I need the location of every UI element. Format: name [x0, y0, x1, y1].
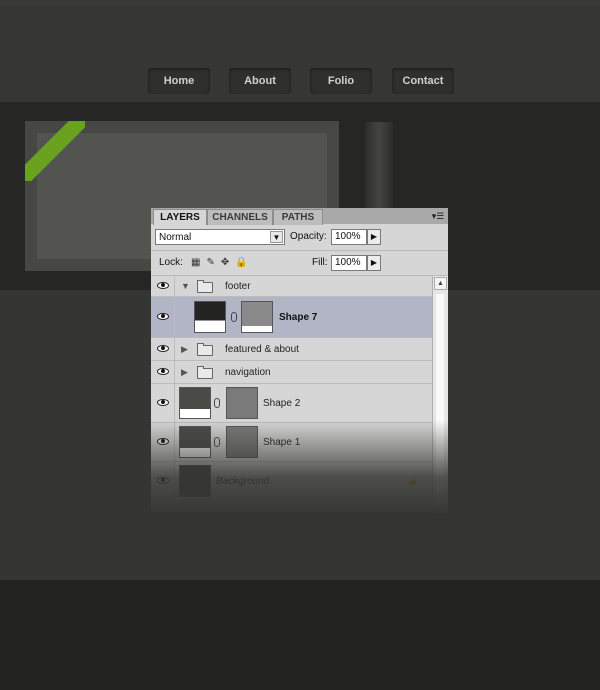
nav-folio-button[interactable]: Folio — [310, 68, 372, 94]
layer-thumbnail — [194, 301, 226, 333]
vector-mask-thumbnail — [226, 387, 258, 419]
eye-icon — [157, 282, 169, 289]
layers-panel: LAYERS CHANNELS PATHS ▾☰ Normal ▼ Opacit… — [151, 208, 448, 513]
eye-icon — [157, 477, 169, 484]
tab-paths[interactable]: PATHS — [273, 209, 323, 225]
layer-row-background[interactable]: Background 🔒 — [151, 462, 432, 501]
lock-icons: ▦✎✥🔒 — [191, 256, 254, 270]
layer-row-shape-2[interactable]: Shape 2 — [151, 384, 432, 423]
opacity-slider-button[interactable]: ▶ — [367, 229, 381, 245]
opacity-label: Opacity: — [290, 231, 327, 242]
lock-position-icon[interactable]: ✥ — [221, 257, 235, 268]
scroll-track[interactable] — [436, 294, 444, 494]
visibility-toggle[interactable] — [151, 297, 175, 337]
layer-row-featured-about[interactable]: ▶ featured & about — [151, 338, 432, 361]
opacity-input[interactable]: 100% — [331, 229, 367, 245]
nav-home-button[interactable]: Home — [148, 68, 210, 94]
layer-row-shape-1[interactable]: Shape 1 — [151, 423, 432, 462]
layers-list: ▼ footer Shape 7 ▶ featured & about ▶ na… — [151, 276, 432, 513]
eye-icon — [157, 368, 169, 375]
vector-mask-thumbnail — [241, 301, 273, 333]
fill-label: Fill: — [312, 257, 328, 268]
layer-name: footer — [225, 281, 251, 292]
layer-row-shape-7[interactable]: Shape 7 — [151, 297, 432, 338]
link-icon[interactable] — [214, 398, 220, 408]
lock-all-icon[interactable]: 🔒 — [235, 257, 253, 268]
eye-icon — [157, 345, 169, 352]
link-icon[interactable] — [214, 437, 220, 447]
layer-name: Shape 1 — [263, 437, 301, 448]
layers-scrollbar[interactable]: ▲ — [432, 276, 448, 513]
eye-icon — [157, 438, 169, 445]
site-footer — [0, 580, 600, 690]
eye-icon — [157, 313, 169, 320]
sidebar-divider — [365, 122, 393, 220]
lock-label: Lock: — [159, 257, 183, 268]
collapse-triangle-icon[interactable]: ▼ — [181, 281, 190, 291]
site-nav: Home About Folio Contact — [0, 68, 600, 96]
layer-thumbnail — [179, 465, 211, 497]
chevron-down-icon[interactable]: ▼ — [270, 231, 283, 243]
panel-tabbar: LAYERS CHANNELS PATHS ▾☰ — [151, 208, 448, 225]
folder-icon — [197, 343, 213, 356]
layer-thumbnail — [179, 387, 211, 419]
nav-about-button[interactable]: About — [229, 68, 291, 94]
visibility-toggle[interactable] — [151, 423, 175, 461]
visibility-toggle[interactable] — [151, 338, 175, 360]
visibility-toggle[interactable] — [151, 384, 175, 422]
scroll-up-arrow-icon[interactable]: ▲ — [434, 277, 447, 290]
tab-channels[interactable]: CHANNELS — [207, 209, 273, 225]
lock-transparency-icon[interactable]: ▦ — [191, 257, 206, 268]
layer-row-navigation[interactable]: ▶ navigation — [151, 361, 432, 384]
eye-icon — [157, 399, 169, 406]
layer-name: Shape 2 — [263, 398, 301, 409]
blend-mode-value: Normal — [159, 232, 192, 243]
page: Home About Folio Contact LAYERS CHANNELS… — [0, 0, 600, 690]
tab-layers[interactable]: LAYERS — [153, 209, 207, 225]
layer-name: featured & about — [225, 344, 299, 355]
layer-thumbnail — [179, 426, 211, 458]
link-icon[interactable] — [231, 312, 237, 322]
layer-row-footer[interactable]: ▼ footer — [151, 276, 432, 297]
lock-icon: 🔒 — [407, 475, 419, 485]
expand-triangle-icon[interactable]: ▶ — [181, 367, 188, 378]
lock-image-icon[interactable]: ✎ — [206, 257, 220, 268]
visibility-toggle[interactable] — [151, 462, 175, 500]
visibility-toggle[interactable] — [151, 361, 175, 383]
layer-name: navigation — [225, 367, 271, 378]
fill-input[interactable]: 100% — [331, 255, 367, 271]
layer-name: Shape 7 — [279, 312, 318, 323]
folder-icon — [197, 280, 213, 293]
corner-ribbon — [25, 121, 85, 181]
blend-row: Normal ▼ Opacity: 100% ▶ — [151, 224, 448, 251]
visibility-toggle[interactable] — [151, 276, 175, 296]
expand-triangle-icon[interactable]: ▶ — [181, 344, 188, 355]
panel-menu-icon[interactable]: ▾☰ — [431, 211, 445, 221]
lock-row: Lock: ▦✎✥🔒 Fill: 100% ▶ — [151, 251, 448, 276]
layer-name: Background — [216, 476, 270, 487]
folder-icon — [197, 366, 213, 379]
nav-contact-button[interactable]: Contact — [392, 68, 454, 94]
blend-mode-select[interactable]: Normal ▼ — [155, 229, 285, 245]
vector-mask-thumbnail — [226, 426, 258, 458]
fill-slider-button[interactable]: ▶ — [367, 255, 381, 271]
